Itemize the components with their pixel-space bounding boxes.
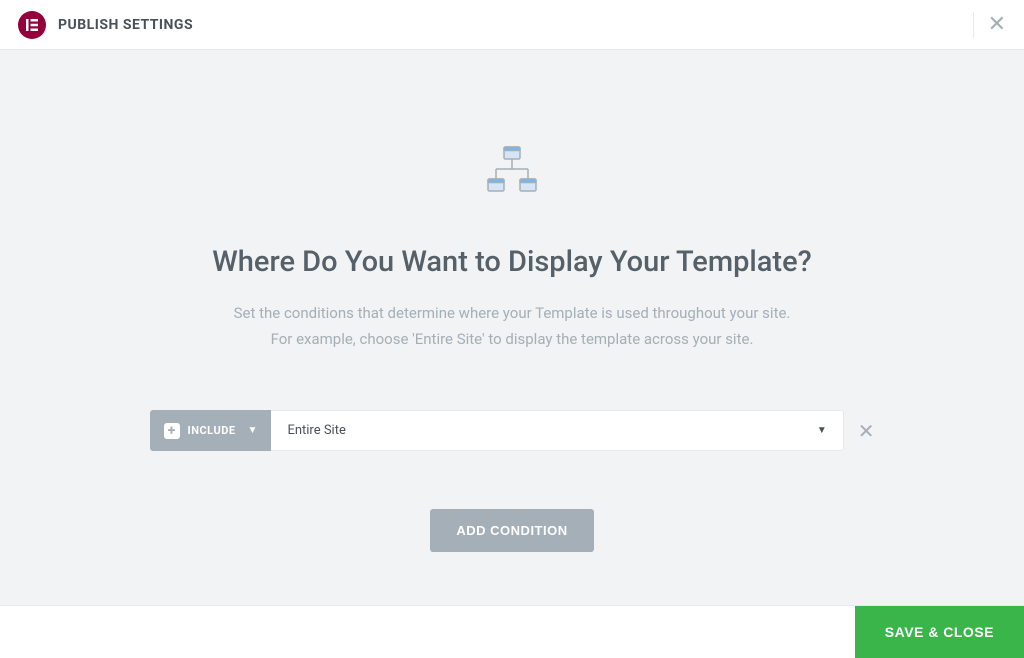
chevron-down-icon: ▼	[817, 425, 827, 436]
header-left: PUBLISH SETTINGS	[18, 11, 193, 39]
scope-value: Entire Site	[287, 423, 345, 438]
modal-content: Where Do You Want to Display Your Templa…	[0, 50, 1024, 605]
header-right: ✕	[973, 12, 1006, 38]
include-label: INCLUDE	[188, 424, 236, 437]
description-line-1: Set the conditions that determine where …	[234, 304, 791, 322]
condition-main: + INCLUDE ▼ Entire Site ▼	[150, 410, 844, 451]
description-line-2: For example, choose 'Entire Site' to dis…	[271, 330, 754, 348]
elementor-logo-icon	[18, 11, 46, 39]
modal-header: PUBLISH SETTINGS ✕	[0, 0, 1024, 50]
condition-row: + INCLUDE ▼ Entire Site ▼ ✕	[150, 410, 875, 451]
add-condition-button[interactable]: ADD CONDITION	[430, 509, 593, 552]
plus-icon: +	[164, 423, 180, 439]
scope-select[interactable]: Entire Site ▼	[271, 410, 843, 451]
save-close-button[interactable]: SAVE & CLOSE	[855, 606, 1024, 658]
content-heading: Where Do You Want to Display Your Templa…	[212, 245, 811, 279]
include-exclude-toggle[interactable]: + INCLUDE ▼	[150, 410, 272, 451]
modal-title: PUBLISH SETTINGS	[58, 17, 193, 33]
content-description: Set the conditions that determine where …	[234, 301, 791, 352]
remove-condition-icon[interactable]: ✕	[858, 410, 875, 451]
header-divider	[973, 12, 974, 38]
chevron-down-icon: ▼	[248, 425, 258, 436]
close-icon[interactable]: ✕	[988, 14, 1006, 36]
modal-footer: SAVE & CLOSE	[0, 605, 1024, 657]
sitemap-icon	[482, 145, 542, 197]
